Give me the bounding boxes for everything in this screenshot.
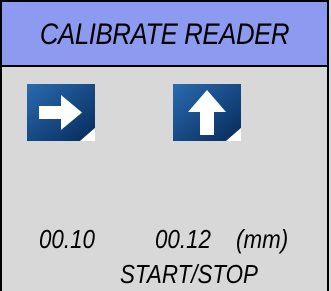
arrow-up-icon (173, 84, 241, 141)
start-stop-button[interactable]: START/STOP (120, 259, 258, 290)
page-title: CALIBRATE READER (39, 18, 290, 51)
calibrate-reader-screen: CALIBRATE READER 00.10 00.12 (mm) START/… (0, 0, 329, 291)
next-button[interactable] (25, 82, 97, 143)
title-bar: CALIBRATE READER (2, 2, 327, 67)
up-button[interactable] (171, 82, 243, 143)
unit-label: (mm) (236, 224, 289, 254)
right-reading: 00.12 (155, 224, 211, 254)
arrow-right-icon (27, 84, 95, 141)
left-reading: 00.10 (39, 224, 95, 254)
